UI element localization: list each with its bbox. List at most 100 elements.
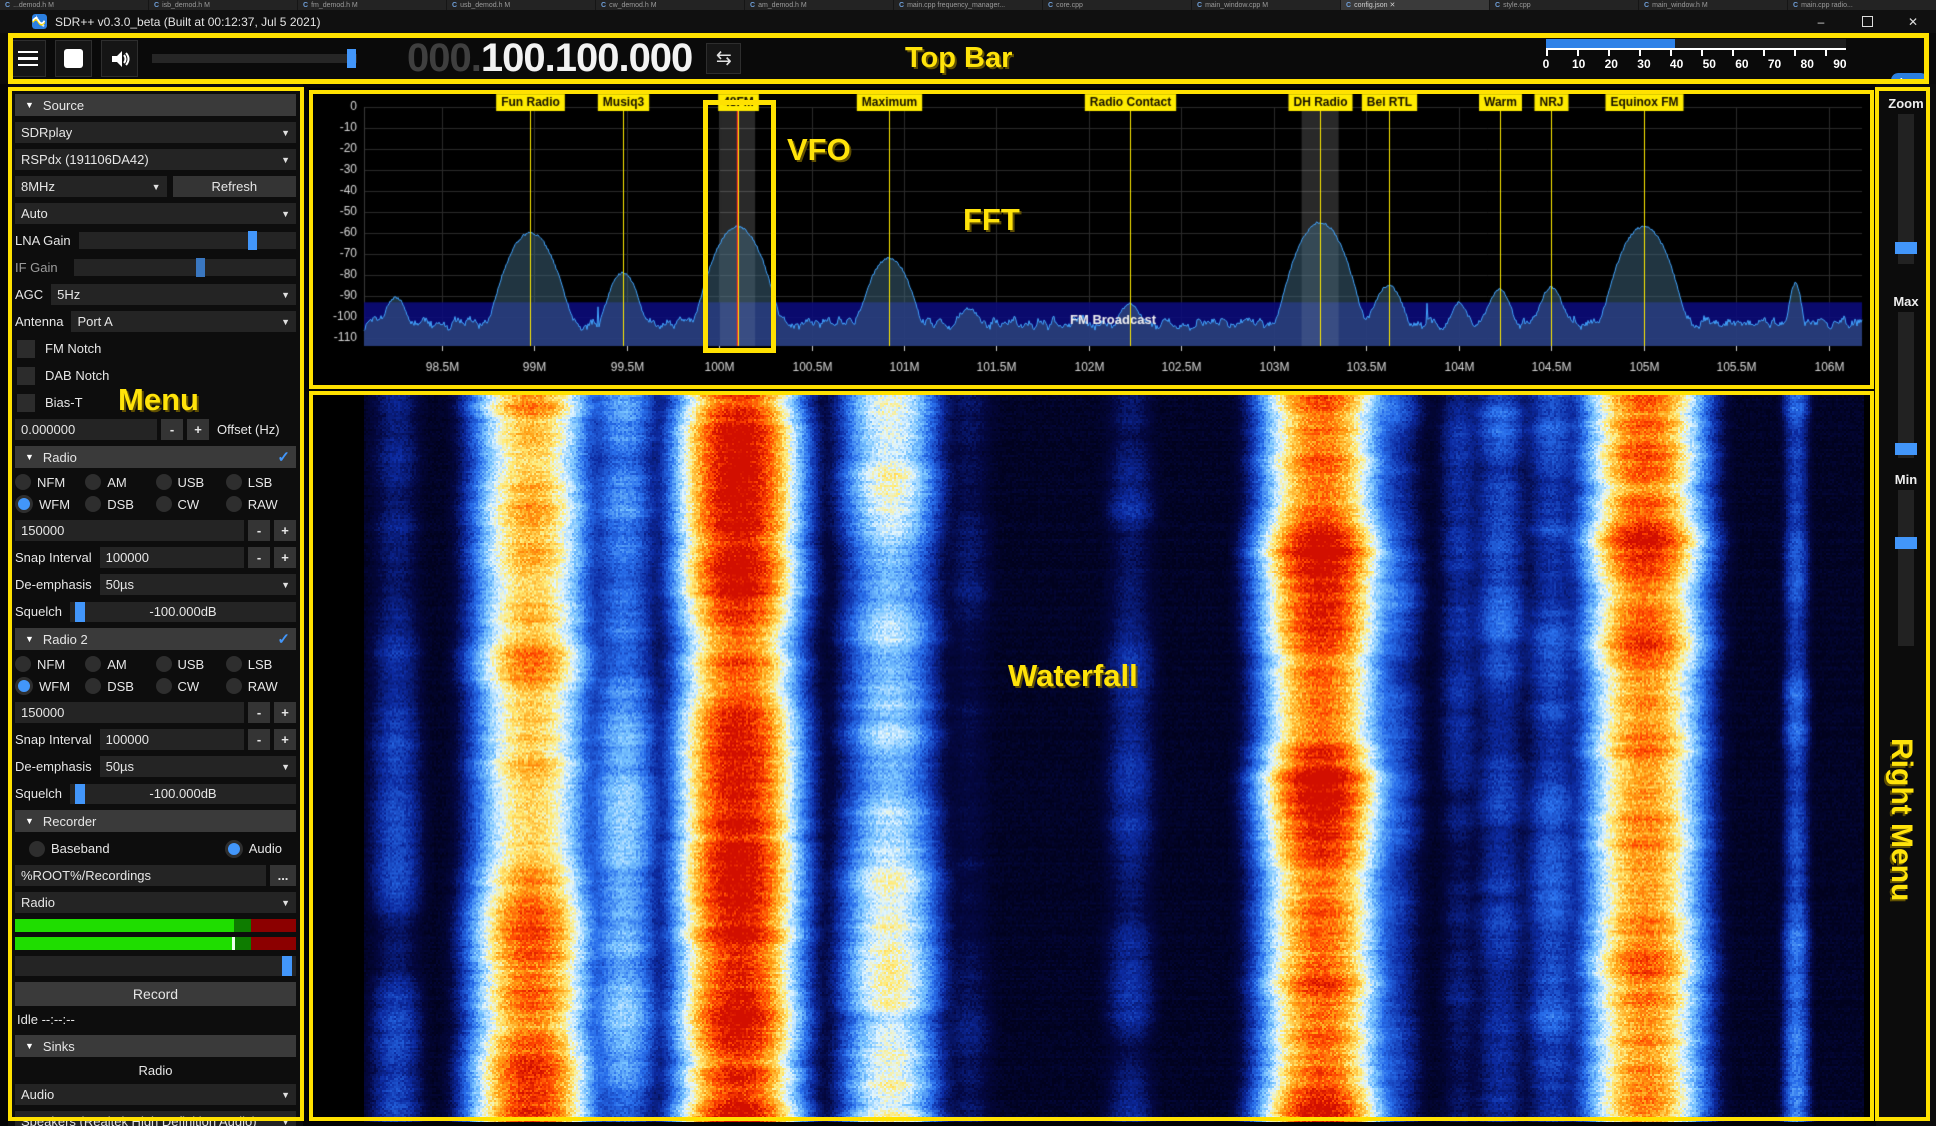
fft-plot[interactable]: [308, 88, 1874, 388]
source-section-header[interactable]: ▼ Source: [15, 94, 296, 116]
r2-mode-lsb[interactable]: LSB: [226, 656, 296, 672]
editor-tab[interactable]: C...demod.h M: [0, 0, 148, 10]
mode-wfm[interactable]: WFM: [15, 495, 85, 513]
max-slider-handle[interactable]: [1895, 443, 1917, 455]
mode-cw[interactable]: CW: [156, 495, 226, 513]
r2-mode-nfm[interactable]: NFM: [15, 656, 85, 672]
maximize-button[interactable]: [1844, 10, 1890, 33]
frequency-main-digits[interactable]: 100.100.000: [481, 36, 692, 80]
dab-notch-checkbox[interactable]: [17, 367, 35, 385]
bias-t-checkbox[interactable]: [17, 394, 35, 412]
sinks-section-header[interactable]: ▼ Sinks: [15, 1035, 296, 1057]
editor-tab[interactable]: Cmain.cpp radio...: [1788, 0, 1936, 10]
bw-plus-button[interactable]: +: [274, 520, 296, 541]
recorder-mode-audio[interactable]: Audio: [225, 840, 282, 858]
antenna-select[interactable]: Port A ▼: [71, 311, 296, 332]
mode-label: NFM: [37, 657, 65, 672]
fm-notch-checkbox[interactable]: [17, 340, 35, 358]
r2-mode-wfm[interactable]: WFM: [15, 677, 85, 695]
deemphasis-select[interactable]: 50µs ▼: [100, 574, 296, 595]
mode-nfm[interactable]: NFM: [15, 474, 85, 490]
editor-tab[interactable]: Cmain_window.cpp M: [1192, 0, 1340, 10]
editor-tab[interactable]: Cisb_demod.h M: [149, 0, 297, 10]
if-gain-handle[interactable]: [196, 258, 205, 277]
module-enabled-check-icon[interactable]: ✓: [277, 448, 290, 466]
radio-section-header[interactable]: ▼ Radio ✓: [15, 446, 296, 468]
frequency-dim-digits[interactable]: 000.: [407, 36, 481, 80]
editor-tab[interactable]: Cstyle.cpp: [1490, 0, 1638, 10]
editor-tab[interactable]: Cam_demod.h M: [745, 0, 893, 10]
r2-mode-dsb[interactable]: DSB: [85, 677, 155, 695]
if-mode-select[interactable]: Auto ▼: [15, 203, 296, 224]
editor-tab[interactable]: Cfm_demod.h M: [298, 0, 446, 10]
editor-tab[interactable]: Cusb_demod.h M: [447, 0, 595, 10]
recorder-stream-select[interactable]: Radio ▼: [15, 892, 296, 913]
editor-tab[interactable]: Ccore.cpp: [1043, 0, 1191, 10]
record-button[interactable]: Record: [15, 982, 296, 1006]
radio-bandwidth-input[interactable]: 150000: [15, 520, 244, 541]
waterfall[interactable]: [308, 391, 1874, 1122]
r2-bandwidth-input[interactable]: 150000: [15, 702, 244, 723]
max-slider[interactable]: [1898, 312, 1914, 458]
zoom-slider[interactable]: [1898, 114, 1914, 264]
sink-device-select[interactable]: Speakers (Realtek High Definition Audio)…: [15, 1111, 296, 1126]
radio2-section-header[interactable]: ▼ Radio 2 ✓: [15, 628, 296, 650]
editor-tab[interactable]: Cconfig.json ✕: [1341, 0, 1489, 10]
editor-tab[interactable]: Cmain.cpp frequency_manager...: [894, 0, 1042, 10]
r2-squelch-slider[interactable]: -100.000dB: [70, 784, 296, 804]
close-button[interactable]: ✕: [1890, 10, 1936, 33]
r2-mode-raw[interactable]: RAW: [226, 677, 296, 695]
r2-bw-minus-button[interactable]: -: [248, 702, 270, 723]
source-device-select[interactable]: RSPdx (191106DA42) ▼: [15, 149, 296, 170]
snap-interval-input[interactable]: 100000: [100, 547, 244, 568]
recorder-section-header[interactable]: ▼ Recorder: [15, 810, 296, 832]
agc-select[interactable]: 5Hz ▼: [51, 284, 296, 305]
r2-mode-cw[interactable]: CW: [156, 677, 226, 695]
vfo-center-toggle-button[interactable]: ⇆: [706, 43, 741, 74]
recorder-volume-slider[interactable]: [15, 956, 296, 976]
mode-usb[interactable]: USB: [156, 474, 226, 490]
mode-dsb[interactable]: DSB: [85, 495, 155, 513]
recorder-mode-baseband[interactable]: Baseband: [29, 841, 110, 857]
bw-minus-button[interactable]: -: [248, 520, 270, 541]
bandwidth-select[interactable]: 8MHz ▼: [15, 176, 167, 197]
r2-mode-usb[interactable]: USB: [156, 656, 226, 672]
r2-snap-minus-button[interactable]: -: [248, 729, 270, 750]
mode-am[interactable]: AM: [85, 474, 155, 490]
sink-type-select[interactable]: Audio ▼: [15, 1084, 296, 1105]
mode-raw[interactable]: RAW: [226, 495, 296, 513]
zoom-slider-handle[interactable]: [1895, 242, 1917, 254]
recording-path-input[interactable]: %ROOT%/Recordings: [15, 865, 266, 886]
r2-deemphasis-select[interactable]: 50µs ▼: [100, 756, 296, 777]
frequency-display[interactable]: 000.100.100.000: [407, 36, 692, 81]
mode-lsb[interactable]: LSB: [226, 474, 296, 490]
menu-toggle-button[interactable]: [9, 40, 46, 77]
refresh-button[interactable]: Refresh: [173, 176, 296, 197]
volume-slider[interactable]: [152, 54, 357, 63]
editor-tab[interactable]: Ccw_demod.h M: [596, 0, 744, 10]
offset-input[interactable]: 0.000000: [15, 419, 157, 440]
snap-minus-button[interactable]: -: [248, 547, 270, 568]
mute-button[interactable]: [101, 40, 138, 77]
lna-gain-slider[interactable]: [79, 232, 296, 249]
squelch-slider[interactable]: -100.000dB: [70, 602, 296, 622]
if-gain-slider[interactable]: [74, 259, 296, 276]
r2-mode-am[interactable]: AM: [85, 656, 155, 672]
editor-tab[interactable]: Cmain_window.h M: [1639, 0, 1787, 10]
stop-button[interactable]: [55, 40, 92, 77]
module-enabled-check-icon[interactable]: ✓: [277, 630, 290, 648]
r2-snap-interval-input[interactable]: 100000: [100, 729, 244, 750]
min-slider-handle[interactable]: [1895, 537, 1917, 549]
source-driver-select[interactable]: SDRplay ▼: [15, 122, 296, 143]
min-slider[interactable]: [1898, 490, 1914, 646]
offset-plus-button[interactable]: +: [187, 419, 209, 440]
r2-bw-plus-button[interactable]: +: [274, 702, 296, 723]
lna-gain-handle[interactable]: [248, 231, 257, 250]
recorder-volume-handle[interactable]: [282, 956, 292, 976]
browse-button[interactable]: ...: [270, 865, 296, 886]
r2-snap-plus-button[interactable]: +: [274, 729, 296, 750]
minimize-button[interactable]: –: [1798, 10, 1844, 33]
volume-slider-handle[interactable]: [347, 49, 356, 68]
offset-minus-button[interactable]: -: [161, 419, 183, 440]
snap-plus-button[interactable]: +: [274, 547, 296, 568]
